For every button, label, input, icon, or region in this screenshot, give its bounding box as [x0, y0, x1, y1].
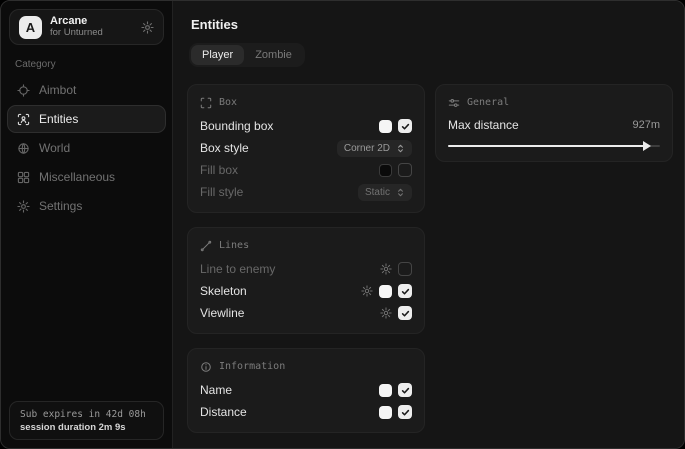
checkbox-unchecked[interactable] [398, 262, 412, 276]
setting-label: Viewline [200, 306, 244, 320]
setting-row-line-to-enemy: Line to enemy [200, 258, 412, 280]
sliders-icon [448, 97, 460, 109]
box-style-select[interactable]: Corner 2D [337, 140, 412, 157]
category-label: Category [15, 59, 158, 70]
grid-icon [17, 171, 30, 184]
app-title: Arcane [50, 15, 103, 28]
card-title: Box [219, 97, 237, 108]
checkbox-checked[interactable] [398, 405, 412, 419]
app-subtitle: for Unturned [50, 28, 103, 39]
setting-label: Bounding box [200, 119, 273, 133]
box-card: Box Bounding box [187, 84, 425, 213]
color-swatch[interactable] [379, 285, 392, 298]
check-icon [401, 386, 410, 395]
setting-row-distance: Distance [200, 401, 412, 423]
app-window: A Arcane for Unturned Category A [0, 0, 685, 449]
slider-thumb[interactable] [643, 141, 651, 151]
general-card: General Max distance 927m [435, 84, 673, 162]
column-right: General Max distance 927m [435, 84, 673, 162]
checkbox-unchecked[interactable] [398, 163, 412, 177]
sidebar-item-label: World [39, 141, 70, 155]
sub-expiry-text: Sub expires in 42d 08h [20, 409, 153, 420]
setting-row-fill-style: Fill style Static [200, 181, 412, 203]
setting-row-skeleton: Skeleton [200, 280, 412, 302]
scan-person-icon [17, 113, 30, 126]
check-icon [401, 309, 410, 318]
checkbox-checked[interactable] [398, 306, 412, 320]
setting-label: Skeleton [200, 284, 247, 298]
checkbox-checked[interactable] [398, 383, 412, 397]
setting-label: Line to enemy [200, 262, 275, 276]
sidebar-item-label: Entities [39, 112, 78, 126]
sidebar-item-label: Aimbot [39, 83, 76, 97]
gear-icon [17, 200, 30, 213]
sidebar-item-label: Miscellaneous [39, 170, 115, 184]
gear-icon[interactable] [380, 307, 392, 319]
sidebar-item-aimbot[interactable]: Aimbot [7, 76, 166, 104]
entity-tabs: Player Zombie [189, 43, 305, 67]
setting-row-box-style: Box style Corner 2D [200, 137, 412, 159]
tab-zombie[interactable]: Zombie [244, 45, 303, 65]
box-corners-icon [200, 97, 212, 109]
color-swatch[interactable] [379, 384, 392, 397]
brand-text: Arcane for Unturned [50, 15, 103, 39]
sidebar-nav: Aimbot Entities World [1, 76, 172, 221]
information-card: Information Name [187, 348, 425, 433]
setting-label: Fill box [200, 163, 238, 177]
app-logo: A [19, 16, 42, 39]
max-distance-value: 927m [632, 119, 660, 131]
card-title: General [467, 97, 509, 108]
tab-player[interactable]: Player [191, 45, 244, 65]
sidebar-item-label: Settings [39, 199, 82, 213]
color-swatch[interactable] [379, 406, 392, 419]
lines-card: Lines Line to enemy [187, 227, 425, 334]
chevron-up-down-icon [396, 144, 405, 153]
checkbox-checked[interactable] [398, 284, 412, 298]
crosshair-icon [17, 84, 30, 97]
fill-style-select[interactable]: Static [358, 184, 412, 201]
setting-label: Name [200, 383, 232, 397]
setting-row-bounding-box: Bounding box [200, 115, 412, 137]
setting-label: Fill style [200, 185, 243, 199]
setting-label: Box style [200, 141, 249, 155]
sidebar-item-entities[interactable]: Entities [7, 105, 166, 133]
setting-row-max-distance: Max distance 927m [448, 115, 660, 135]
select-value: Static [365, 187, 390, 198]
setting-row-name: Name [200, 379, 412, 401]
sidebar: A Arcane for Unturned Category A [1, 1, 173, 448]
line-icon [200, 240, 212, 252]
checkbox-checked[interactable] [398, 119, 412, 133]
sidebar-item-miscellaneous[interactable]: Miscellaneous [7, 163, 166, 191]
slider-fill [448, 145, 645, 147]
brand-card: A Arcane for Unturned [9, 9, 164, 45]
column-left: Box Bounding box [187, 84, 425, 433]
gear-icon[interactable] [380, 263, 392, 275]
color-swatch[interactable] [379, 120, 392, 133]
card-title: Information [219, 361, 285, 372]
globe-icon [17, 142, 30, 155]
info-icon [200, 361, 212, 373]
sidebar-item-world[interactable]: World [7, 134, 166, 162]
color-swatch[interactable] [379, 164, 392, 177]
page-title: Entities [191, 17, 670, 32]
setting-row-fill-box: Fill box [200, 159, 412, 181]
gear-icon[interactable] [141, 21, 154, 34]
main-panel: Entities Player Zombie Box [173, 1, 684, 448]
check-icon [401, 287, 410, 296]
max-distance-slider[interactable] [448, 140, 660, 152]
select-value: Corner 2D [344, 143, 390, 154]
sidebar-item-settings[interactable]: Settings [7, 192, 166, 220]
gear-icon[interactable] [361, 285, 373, 297]
setting-row-viewline: Viewline [200, 302, 412, 324]
setting-label: Distance [200, 405, 247, 419]
check-icon [401, 122, 410, 131]
check-icon [401, 408, 410, 417]
session-duration-text: session duration 2m 9s [20, 422, 153, 433]
chevron-up-down-icon [396, 188, 405, 197]
content: Box Bounding box [187, 84, 670, 433]
setting-label: Max distance [448, 118, 519, 132]
subscription-status-card: Sub expires in 42d 08h session duration … [9, 401, 164, 440]
card-title: Lines [219, 240, 249, 251]
